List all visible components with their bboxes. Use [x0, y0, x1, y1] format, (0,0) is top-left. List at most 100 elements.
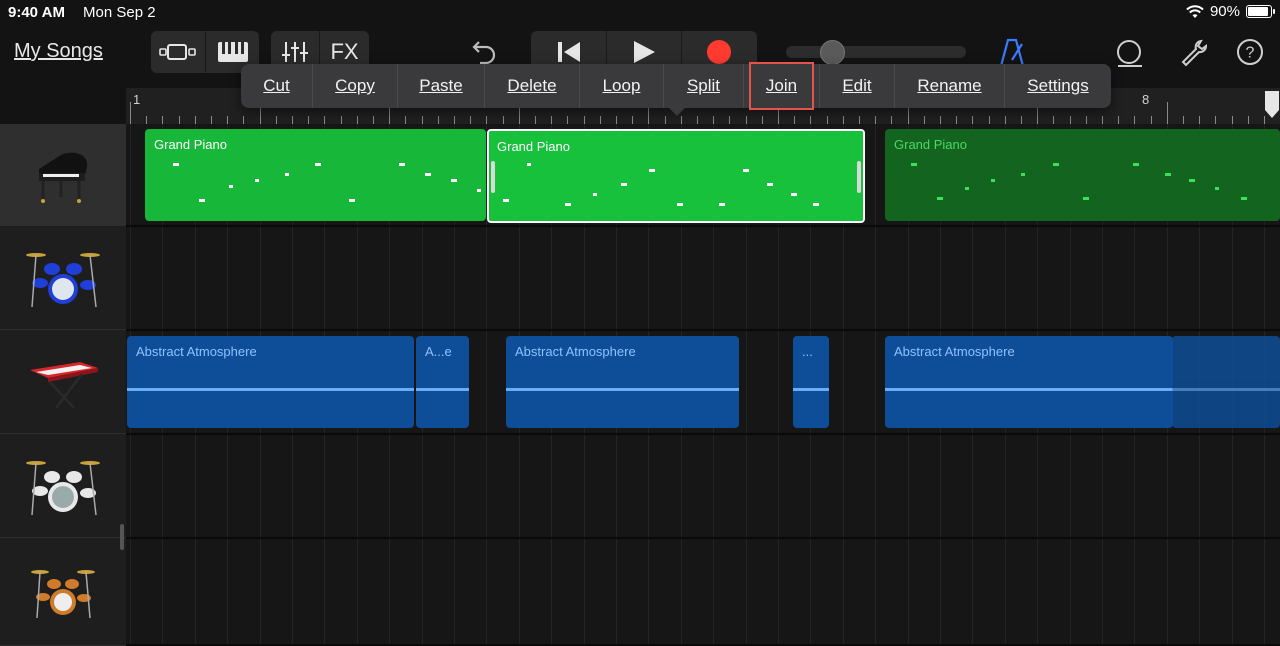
help-button[interactable]: ? — [1236, 38, 1264, 71]
midi-region-grand-piano-3[interactable]: Grand Piano — [885, 129, 1280, 221]
synth-keyboard-icon — [30, 362, 98, 409]
audio-region-abstract-atmosphere-5[interactable]: Abstract Atmosphere — [885, 336, 1173, 428]
midi-region-grand-piano-selected[interactable]: Grand Piano — [487, 129, 865, 223]
audio-region-abstract-atmosphere-3[interactable]: Abstract Atmosphere — [506, 336, 739, 428]
drum-kit-orange-icon — [31, 570, 95, 619]
midi-note — [767, 183, 773, 186]
play-icon — [634, 41, 655, 63]
region-right-trim-handle[interactable] — [857, 161, 861, 193]
waveform — [506, 388, 739, 391]
track-header-drums-white[interactable] — [0, 435, 126, 538]
ruler-tick — [1069, 116, 1071, 124]
ruler-tick — [891, 116, 893, 124]
vertical-scroll-indicator[interactable] — [120, 524, 124, 550]
undo-icon — [472, 41, 496, 65]
ruler-tick — [729, 116, 731, 124]
midi-region-grand-piano-1[interactable]: Grand Piano — [145, 129, 486, 221]
midi-note — [649, 169, 655, 172]
ruler-tick — [1166, 102, 1168, 124]
ruler-tick — [275, 116, 277, 124]
audio-region-loop-extension[interactable] — [1172, 336, 1280, 428]
ruler-tick — [535, 116, 536, 124]
playhead-marker[interactable] — [1264, 90, 1280, 120]
menu-split[interactable]: Split — [664, 64, 744, 108]
ruler-tick — [956, 116, 958, 124]
loop-browser-button[interactable] — [1114, 38, 1144, 73]
midi-note — [719, 203, 725, 206]
track-header-synth[interactable] — [0, 331, 126, 434]
menu-join[interactable]: Join — [744, 62, 820, 110]
region-context-menu: Cut Copy Paste Delete Loop Split Join Ed… — [241, 62, 1111, 110]
status-date: Mon Sep 2 — [83, 4, 156, 21]
lane-drums-orange[interactable] — [126, 539, 1280, 646]
ruler-tick — [1215, 116, 1217, 124]
settings-button[interactable] — [1179, 38, 1209, 73]
master-volume-slider[interactable] — [786, 46, 966, 58]
region-label: Grand Piano — [154, 137, 227, 152]
ruler-tick — [178, 116, 180, 124]
ruler-tick — [1231, 116, 1233, 124]
region-label: ... — [802, 344, 813, 359]
midi-note — [349, 199, 355, 202]
midi-note — [1165, 173, 1171, 176]
menu-cut[interactable]: Cut — [241, 64, 313, 108]
wifi-icon — [1186, 4, 1204, 18]
ruler-tick — [340, 116, 342, 124]
ruler-tick — [972, 116, 974, 124]
mixer-icon — [282, 42, 308, 62]
ruler-tick — [437, 116, 439, 124]
midi-note — [1021, 173, 1025, 176]
my-songs-button[interactable]: My Songs — [14, 40, 103, 63]
midi-note — [991, 179, 995, 182]
ruler-tick — [599, 116, 601, 124]
menu-settings[interactable]: Settings — [1005, 64, 1111, 108]
ruler-tick — [567, 116, 569, 124]
track-header-drums-blue[interactable] — [0, 227, 126, 330]
loop-browser-icon — [1117, 40, 1142, 67]
lane-drums-white[interactable] — [126, 435, 1280, 539]
ruler-tick — [826, 116, 828, 124]
audio-region-abstract-atmosphere-2[interactable]: A...e — [416, 336, 469, 428]
tracks-area[interactable]: Grand Piano Grand Piano Grand Piano Abst… — [126, 124, 1280, 646]
ruler-tick — [1118, 116, 1120, 124]
volume-slider-knob[interactable] — [820, 40, 845, 65]
ruler-tick — [146, 116, 148, 124]
ruler-tick — [373, 116, 374, 124]
ruler-tick — [194, 116, 196, 124]
menu-paste[interactable]: Paste — [398, 64, 485, 108]
ruler-tick — [794, 116, 796, 124]
waveform — [127, 388, 414, 391]
track-header-drums-orange[interactable] — [0, 539, 126, 646]
tracks-view-button[interactable] — [151, 31, 205, 73]
ruler-tick — [1199, 116, 1201, 124]
ruler-tick — [1085, 116, 1087, 124]
menu-edit[interactable]: Edit — [820, 64, 895, 108]
menu-copy[interactable]: Copy — [313, 64, 398, 108]
svg-text:?: ? — [1246, 45, 1255, 62]
ruler-tick — [421, 116, 423, 124]
midi-note — [199, 199, 205, 202]
ruler-tick — [324, 116, 326, 124]
menu-rename[interactable]: Rename — [895, 64, 1005, 108]
ruler-tick — [875, 116, 877, 124]
region-left-trim-handle[interactable] — [491, 161, 495, 193]
midi-note — [791, 193, 797, 196]
ruler-tick — [1021, 116, 1022, 124]
audio-region-abstract-atmosphere-4[interactable]: ... — [793, 336, 829, 428]
midi-note — [255, 179, 259, 182]
track-header-grand-piano[interactable] — [0, 124, 126, 226]
ruler-tick — [1134, 116, 1136, 124]
ruler-tick — [227, 116, 229, 124]
help-icon: ? — [1237, 39, 1263, 65]
ruler-tick — [1247, 116, 1249, 124]
lane-drums-blue[interactable] — [126, 227, 1280, 331]
menu-delete[interactable]: Delete — [485, 64, 580, 108]
audio-region-abstract-atmosphere-1[interactable]: Abstract Atmosphere — [127, 336, 414, 428]
drum-kit-blue-icon — [26, 253, 100, 308]
midi-note — [911, 163, 917, 166]
menu-loop[interactable]: Loop — [580, 64, 664, 108]
midi-note — [937, 197, 943, 200]
midi-note — [399, 163, 405, 166]
midi-note — [1083, 197, 1089, 200]
rewind-icon — [557, 42, 580, 62]
